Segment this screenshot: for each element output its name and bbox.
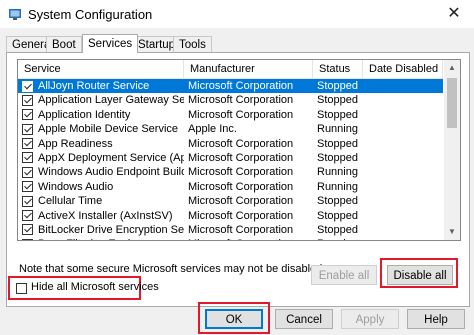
service-manufacturer: Microsoft Corporation [188,94,294,107]
service-checkbox[interactable] [22,94,33,106]
service-name: Windows Audio Endpoint Builder [38,166,184,179]
service-status: Stopped [317,209,358,222]
table-row[interactable]: AllJoyn Router Service Microsoft Corporat… [18,79,443,94]
secure-services-note: Note that some secure Microsoft services… [19,263,326,275]
service-checkbox[interactable] [22,195,33,207]
table-row[interactable]: Apple Mobile Device Service Apple Inc. Run… [18,122,443,136]
close-icon[interactable]: ✕ [434,0,474,28]
cancel-button[interactable]: Cancel [275,309,333,329]
column-header-manufacturer[interactable]: Manufacturer [184,60,313,78]
service-status: Running [317,166,358,179]
tab-tools[interactable]: Tools [173,36,212,53]
services-list[interactable]: Service Manufacturer Status Date Disable… [17,59,461,241]
table-row[interactable]: Cellular Time Microsoft Corporation Stoppe… [18,194,443,208]
service-status: Stopped [317,94,358,107]
service-manufacturer: Microsoft Corporation [188,195,294,208]
apply-button[interactable]: Apply [341,309,399,329]
service-status: Stopped [317,108,358,121]
service-status: Running [317,180,358,193]
service-checkbox[interactable] [22,166,33,178]
tab-services[interactable]: Services [82,34,139,53]
service-manufacturer: Microsoft Corporation [188,80,294,92]
table-row[interactable]: ActiveX Installer (AxInstSV) Microsoft Co… [18,209,443,223]
table-row[interactable]: Base Filtering Engine Microsoft Corporati… [18,237,443,240]
service-name: Cellular Time [38,195,103,208]
service-manufacturer: Microsoft Corporation [188,237,312,240]
service-manufacturer: Apple Inc. [188,123,237,136]
service-name: BitLocker Drive Encryption Service [38,223,184,236]
service-checkbox[interactable] [22,123,33,135]
table-row[interactable]: Application Identity Microsoft Corporatio… [18,108,443,122]
table-row[interactable]: Windows Audio Microsoft Corporation Runnin… [18,180,443,194]
title-bar: System Configuration ✕ [0,0,474,28]
table-row[interactable]: BitLocker Drive Encryption Service Micros… [18,223,443,237]
service-name: AllJoyn Router Service [38,80,150,92]
column-header-service[interactable]: Service [18,60,184,78]
scroll-up-icon[interactable]: ▲ [444,60,460,76]
tab-boot[interactable]: Boot [46,36,82,53]
service-status: Stopped [317,223,358,236]
service-manufacturer: Microsoft Corporation [188,180,294,193]
hide-ms-services-highlight: Hide all Microsoft services [8,276,159,300]
system-config-icon [9,9,21,20]
service-manufacturer: Microsoft Corporation [188,151,294,164]
list-rows: AllJoyn Router Service Microsoft Corporat… [18,79,443,240]
scroll-down-icon[interactable]: ▼ [444,224,460,240]
table-row[interactable]: Windows Audio Endpoint Builder Microsoft … [18,165,443,179]
service-checkbox[interactable] [22,238,33,240]
service-name: Apple Mobile Device Service [38,123,179,136]
service-status: Stopped [317,195,358,208]
hide-ms-services-checkbox[interactable] [16,283,27,294]
service-checkbox[interactable] [22,210,33,222]
column-header-date-disabled[interactable]: Date Disabled [363,60,443,78]
service-name: ActiveX Installer (AxInstSV) [38,209,173,222]
service-name: Base Filtering Engine [38,237,184,240]
service-status: Running [317,123,358,136]
service-manufacturer: Microsoft Corporation [188,166,294,179]
service-checkbox[interactable] [22,80,33,92]
service-manufacturer: Microsoft Corporation [188,108,294,121]
enable-all-button[interactable]: Enable all [311,265,377,285]
service-manufacturer: Microsoft Corporation [188,137,294,150]
service-name: AppX Deployment Service (App... [38,151,184,164]
service-manufacturer: Microsoft Corporation [188,223,294,236]
hide-ms-services-label[interactable]: Hide all Microsoft services [31,281,159,293]
service-manufacturer: Microsoft Corporation [188,209,294,222]
ok-button[interactable]: OK [205,309,263,329]
column-header-status[interactable]: Status [313,60,363,78]
highlight-disable-all [380,258,458,288]
service-name: Application Layer Gateway Service [38,94,184,107]
help-button[interactable]: Help [407,309,465,329]
service-status: Stopped [317,80,358,92]
service-name: App Readiness [38,137,113,150]
service-name: Windows Audio [38,180,114,193]
window-title: System Configuration [28,7,153,22]
service-status: Running [317,237,363,240]
service-status: Stopped [317,137,358,150]
service-checkbox[interactable] [22,152,33,164]
table-row[interactable]: Application Layer Gateway Service Microso… [18,93,443,107]
table-row[interactable]: App Readiness Microsoft Corporation Stoppe… [18,137,443,151]
service-checkbox[interactable] [22,138,33,150]
service-name: Application Identity [38,108,131,121]
service-checkbox[interactable] [22,181,33,193]
service-status: Stopped [317,151,358,164]
scroll-thumb[interactable] [447,78,457,128]
list-header: Service Manufacturer Status Date Disable… [18,60,443,79]
table-row[interactable]: AppX Deployment Service (App... Microsoft… [18,151,443,165]
service-checkbox[interactable] [22,224,33,236]
vertical-scrollbar[interactable]: ▲ ▼ [444,60,460,240]
service-checkbox[interactable] [22,109,33,121]
